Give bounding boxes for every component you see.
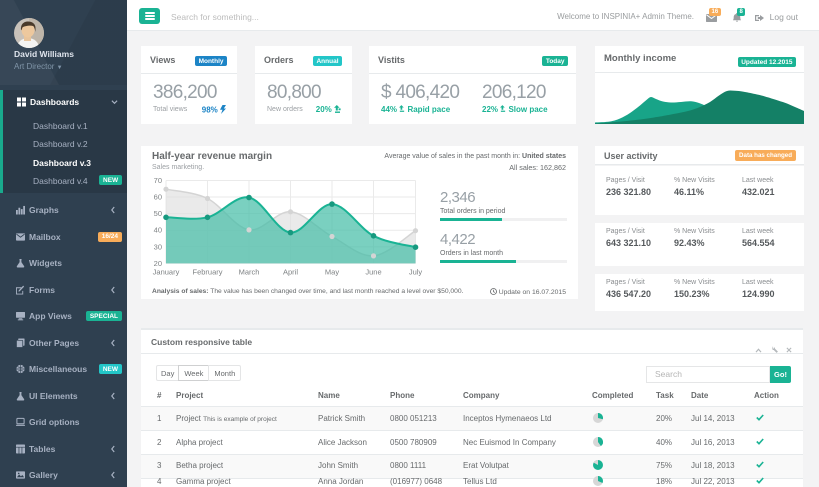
svg-text:50: 50: [154, 209, 162, 218]
svg-text:May: May: [325, 268, 339, 277]
svg-text:70: 70: [154, 176, 162, 185]
svg-text:July: July: [409, 268, 423, 277]
svg-text:January: January: [153, 268, 180, 277]
svg-text:30: 30: [154, 242, 162, 251]
svg-text:40: 40: [154, 226, 162, 235]
svg-text:February: February: [192, 268, 222, 277]
svg-text:June: June: [365, 268, 381, 277]
svg-text:March: March: [239, 268, 260, 277]
svg-text:60: 60: [154, 193, 162, 202]
svg-text:April: April: [283, 268, 298, 277]
